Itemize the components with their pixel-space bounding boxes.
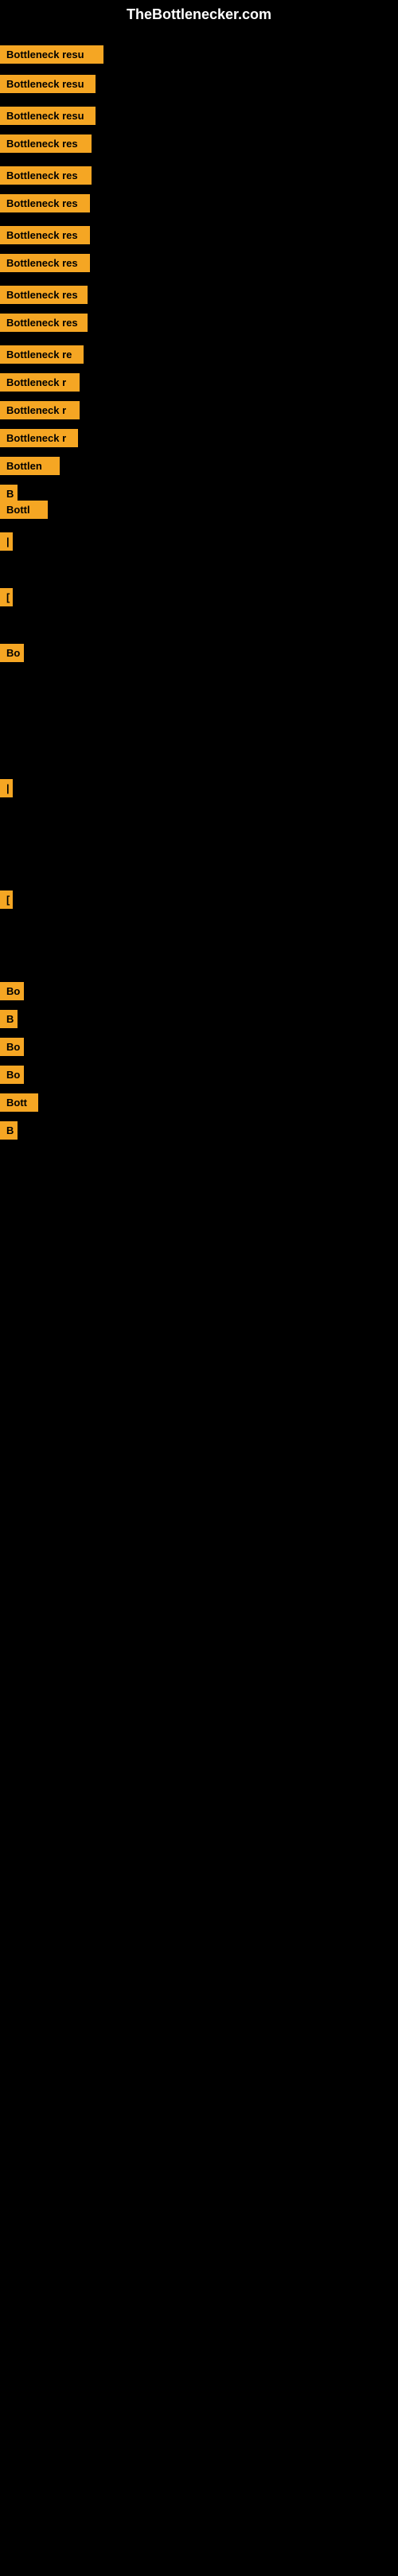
bottleneck-item[interactable]: Bottleneck res: [0, 254, 90, 272]
bottleneck-item[interactable]: Bo: [0, 1066, 24, 1084]
bottleneck-item[interactable]: |: [0, 532, 13, 551]
bottleneck-item[interactable]: Bottleneck res: [0, 314, 88, 332]
bottleneck-item[interactable]: Bottleneck res: [0, 226, 90, 244]
bottleneck-item[interactable]: Bottleneck re: [0, 345, 84, 364]
bottleneck-item[interactable]: Bottleneck resu: [0, 75, 96, 93]
bottleneck-item[interactable]: Bottleneck resu: [0, 107, 96, 125]
bottleneck-item[interactable]: Bottlen: [0, 457, 60, 475]
bottleneck-item[interactable]: Bottleneck res: [0, 286, 88, 304]
site-title: TheBottlenecker.com: [0, 0, 398, 29]
bottleneck-item[interactable]: Bottleneck res: [0, 134, 92, 153]
bottleneck-item[interactable]: Bottleneck r: [0, 401, 80, 419]
bottleneck-item[interactable]: Bottleneck r: [0, 373, 80, 392]
bottleneck-item[interactable]: Bottleneck r: [0, 429, 78, 447]
bottleneck-item[interactable]: [: [0, 890, 13, 909]
bottleneck-item[interactable]: B: [0, 1010, 18, 1028]
bottleneck-item[interactable]: B: [0, 1121, 18, 1140]
bottleneck-item[interactable]: [: [0, 588, 13, 606]
bottleneck-item[interactable]: Bottleneck res: [0, 194, 90, 212]
bottleneck-item[interactable]: Bottleneck resu: [0, 45, 103, 64]
bottleneck-item[interactable]: Bo: [0, 1038, 24, 1056]
bottleneck-item[interactable]: Bottl: [0, 501, 48, 519]
bottleneck-item[interactable]: |: [0, 779, 13, 797]
bottleneck-item[interactable]: Bottleneck res: [0, 166, 92, 185]
bottleneck-item[interactable]: Bo: [0, 982, 24, 1000]
bottleneck-item[interactable]: Bo: [0, 644, 24, 662]
bottleneck-item[interactable]: Bott: [0, 1093, 38, 1112]
